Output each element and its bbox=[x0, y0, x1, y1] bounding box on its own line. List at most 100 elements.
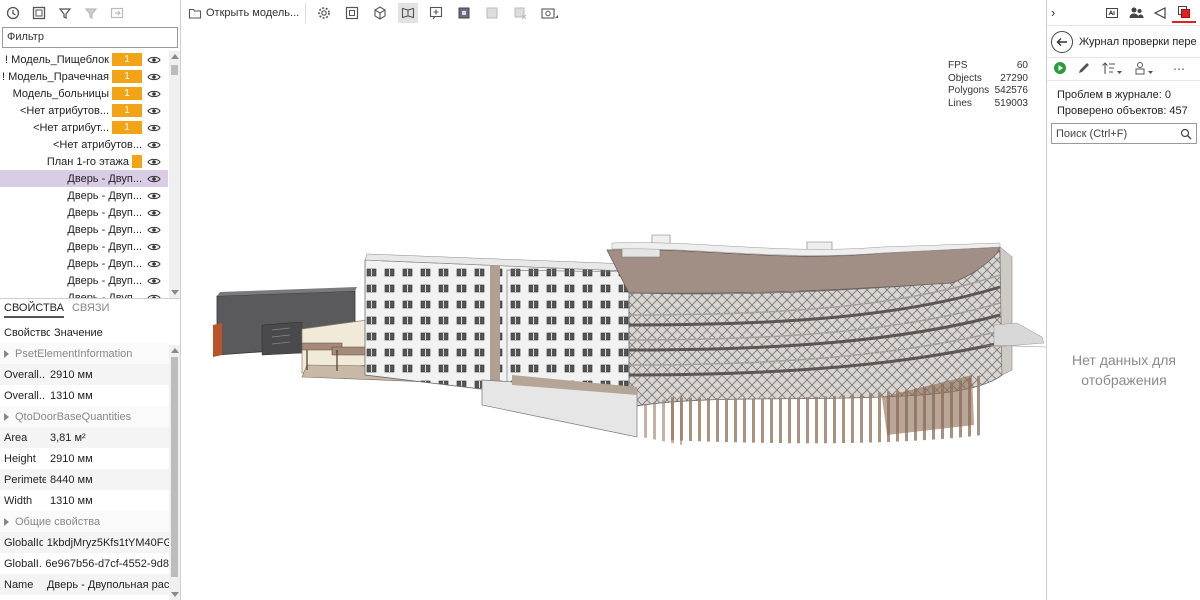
property-row[interactable]: Name Дверь - Двупольная рас... bbox=[0, 574, 169, 595]
properties-scrollbar[interactable] bbox=[169, 345, 180, 600]
text-field-icon[interactable] bbox=[1100, 3, 1124, 23]
property-key: GlobalId bbox=[4, 536, 43, 549]
tree-item[interactable]: Дверь - Двуп... bbox=[0, 187, 168, 204]
count-badge: 1 bbox=[112, 70, 142, 83]
tree-scrollbar[interactable] bbox=[169, 51, 180, 298]
eye-icon[interactable] bbox=[146, 54, 162, 66]
tree-item[interactable]: <Нет атрибут... 1 bbox=[0, 119, 168, 136]
book-view-icon[interactable] bbox=[398, 2, 419, 23]
property-row[interactable]: GlobalI... 6e967b56-d7cf-4552-9d81... bbox=[0, 553, 169, 574]
section-box-icon[interactable] bbox=[454, 3, 474, 23]
tree-item[interactable]: Дверь - Двуп... bbox=[0, 272, 168, 289]
problems-count: Проблем в журнале: 0 bbox=[1057, 89, 1171, 101]
property-group[interactable]: PsetElementInformation bbox=[0, 343, 169, 364]
no-data-line2: отображения bbox=[1081, 372, 1167, 388]
eye-icon[interactable] bbox=[146, 258, 162, 270]
property-group[interactable]: QtoDoorBaseQuantities bbox=[0, 406, 169, 427]
run-check-icon[interactable] bbox=[1053, 61, 1067, 78]
annotate-icon[interactable] bbox=[1148, 3, 1172, 23]
eye-icon[interactable] bbox=[146, 275, 162, 287]
property-key: Area bbox=[4, 431, 28, 444]
export-icon[interactable] bbox=[107, 3, 127, 23]
history-icon[interactable] bbox=[3, 3, 23, 23]
property-key: Overall... bbox=[4, 389, 46, 402]
hide-icon[interactable] bbox=[81, 3, 101, 23]
clear-section-icon[interactable] bbox=[510, 3, 530, 23]
tree-item[interactable]: Дверь - Двуп... bbox=[0, 221, 168, 238]
frame-select-icon[interactable] bbox=[29, 3, 49, 23]
tree-item[interactable]: План 1-го этажа bbox=[0, 153, 168, 170]
tree-item-label: ! Модель_Прачечная bbox=[2, 70, 109, 83]
settings-icon[interactable] bbox=[314, 3, 334, 23]
stat-value: 27290 bbox=[1000, 72, 1028, 84]
tree-item[interactable]: Дверь - Двуп... bbox=[0, 289, 168, 298]
property-row[interactable]: Overall... 1310 мм bbox=[0, 385, 169, 406]
tree-item[interactable]: <Нет атрибутов... bbox=[0, 136, 168, 153]
eye-icon[interactable] bbox=[146, 173, 162, 185]
no-data-message: Нет данных для отображения bbox=[1047, 350, 1200, 390]
property-row[interactable]: Overall... 2910 мм bbox=[0, 364, 169, 385]
property-row[interactable]: GlobalId 1kbdjMryz5Kfs1tYM40FGE bbox=[0, 532, 169, 553]
tree-item[interactable]: <Нет атрибутов... 1 bbox=[0, 102, 168, 119]
open-model-label: Открыть модель... bbox=[206, 6, 300, 19]
count-badge: 1 bbox=[112, 121, 142, 134]
right-toolbar: › bbox=[1047, 0, 1200, 25]
no-data-line1: Нет данных для bbox=[1071, 352, 1177, 368]
isolate-icon[interactable] bbox=[55, 3, 75, 23]
journal-info: Проблем в журнале: 0 Проверено объектов:… bbox=[1047, 81, 1200, 125]
property-row[interactable]: Width 1310 мм bbox=[0, 490, 169, 511]
tree-item[interactable]: Дверь - Двуп... bbox=[0, 238, 168, 255]
clash-check-icon[interactable] bbox=[1172, 3, 1196, 23]
open-model-button[interactable]: Открыть модель... bbox=[188, 2, 307, 23]
property-row[interactable]: Area 3,81 м² bbox=[0, 427, 169, 448]
property-value: 8440 мм bbox=[50, 473, 93, 486]
eye-icon[interactable] bbox=[146, 122, 162, 134]
count-badge: 1 bbox=[112, 87, 142, 100]
collapse-panel-icon[interactable]: › bbox=[1051, 5, 1065, 20]
tab-links[interactable]: СВЯЗИ bbox=[72, 302, 109, 318]
cube-view-icon[interactable] bbox=[370, 3, 390, 23]
filter-input[interactable]: Фильтр bbox=[2, 27, 178, 48]
eye-icon[interactable] bbox=[146, 190, 162, 202]
stat-label: Objects bbox=[948, 72, 982, 84]
tree-item[interactable]: ! Модель_Прачечная 1 bbox=[0, 68, 168, 85]
property-row[interactable]: Perimeter 8440 мм bbox=[0, 469, 169, 490]
fit-view-icon[interactable] bbox=[342, 3, 362, 23]
more-icon[interactable]: ⋯ bbox=[1173, 62, 1185, 76]
caret-icon bbox=[4, 517, 9, 526]
eye-icon[interactable] bbox=[146, 105, 162, 117]
eye-icon[interactable] bbox=[146, 88, 162, 100]
tree-item-label: План 1-го этажа bbox=[46, 155, 129, 168]
tree-item[interactable]: Дверь - Двуп... bbox=[0, 170, 168, 187]
tree-item[interactable]: ! Модель_Пищеблок 1 bbox=[0, 51, 168, 68]
screenshot-icon[interactable] bbox=[538, 3, 562, 23]
tree-item[interactable]: Модель_больницы 1 bbox=[0, 85, 168, 102]
property-value: 2910 мм bbox=[50, 368, 93, 381]
header-value: Значение bbox=[54, 326, 103, 339]
property-group[interactable]: Общие свойства bbox=[0, 511, 169, 532]
eye-icon[interactable] bbox=[146, 156, 162, 168]
tab-properties[interactable]: СВОЙСТВА bbox=[4, 302, 64, 318]
property-row[interactable]: Height 2910 мм bbox=[0, 448, 169, 469]
stat-value: 519003 bbox=[994, 97, 1028, 109]
journal-search-input[interactable]: Поиск (Ctrl+F) bbox=[1051, 123, 1197, 144]
section-plane-icon[interactable] bbox=[482, 3, 502, 23]
3d-viewport[interactable]: FPS 60 Objects 27290 Polygons 542576 Lines 5190… bbox=[182, 25, 1046, 600]
group-name: Общие свойства bbox=[15, 515, 101, 528]
edit-icon[interactable] bbox=[1077, 61, 1091, 78]
eye-icon[interactable] bbox=[146, 71, 162, 83]
eye-icon[interactable] bbox=[146, 224, 162, 236]
eye-icon[interactable] bbox=[146, 241, 162, 253]
eye-icon[interactable] bbox=[146, 139, 162, 151]
filter-icon[interactable] bbox=[1133, 61, 1155, 78]
back-arrow-icon[interactable] bbox=[1051, 30, 1073, 53]
users-icon[interactable] bbox=[1124, 3, 1148, 23]
add-comment-icon[interactable] bbox=[426, 3, 446, 23]
tree-item[interactable]: Дверь - Двуп... bbox=[0, 255, 168, 272]
stat-value: 542576 bbox=[994, 85, 1028, 96]
tree-item[interactable]: Дверь - Двуп... bbox=[0, 204, 168, 221]
count-badge: 1 bbox=[112, 104, 142, 117]
eye-icon[interactable] bbox=[146, 207, 162, 219]
sort-icon[interactable] bbox=[1101, 61, 1123, 78]
header-key: Свойство bbox=[4, 326, 50, 339]
